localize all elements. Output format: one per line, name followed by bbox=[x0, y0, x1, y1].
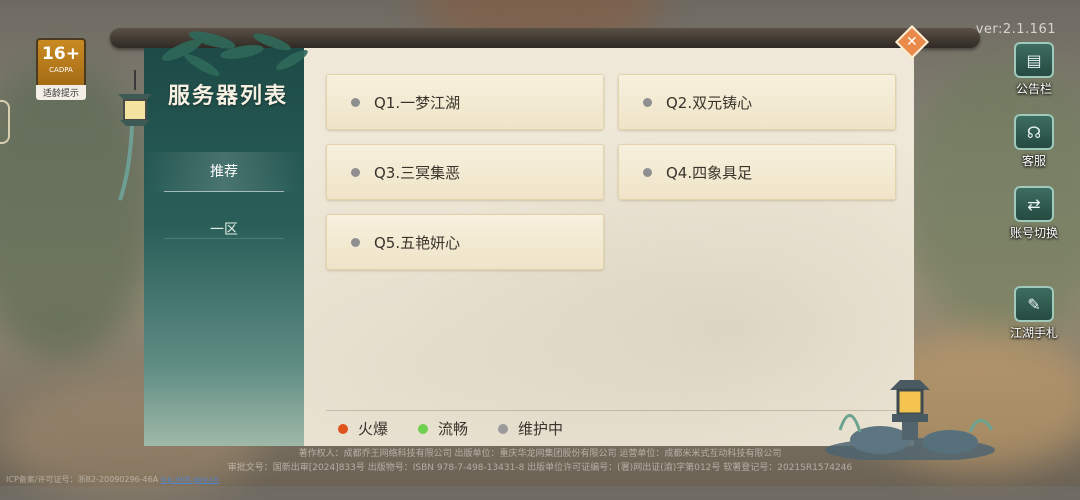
age-rating-tip: 适龄提示 bbox=[36, 85, 86, 100]
smooth-status-dot bbox=[418, 423, 429, 434]
legend-label: 火爆 bbox=[358, 420, 389, 438]
age-rating-value: 16+ bbox=[42, 44, 80, 64]
server-name: Q2.双元铸心 bbox=[666, 93, 753, 112]
server-item-q1[interactable]: Q1.一梦江湖 bbox=[326, 74, 604, 130]
switch-account-label: 账号切换 bbox=[1009, 226, 1058, 240]
version-label: ver:2.1.161 bbox=[975, 22, 1056, 37]
switch-account-button[interactable]: ⇄ 账号切换 bbox=[1004, 186, 1064, 246]
server-item-q2[interactable]: Q2.双元铸心 bbox=[618, 74, 896, 130]
legend-smooth: 流畅 bbox=[418, 418, 468, 439]
handbook-button[interactable]: ✎ 江湖手札 bbox=[1004, 286, 1064, 346]
maintenance-status-dot bbox=[643, 97, 652, 107]
maintenance-status-dot bbox=[351, 167, 360, 177]
scroll-icon: ▤ bbox=[1014, 42, 1054, 78]
server-item-q5[interactable]: Q5.五艳妍心 bbox=[326, 214, 604, 270]
hanging-lantern-icon bbox=[118, 70, 152, 201]
legend-busy: 火爆 bbox=[338, 418, 388, 439]
page-title: 服务器列表 bbox=[168, 83, 289, 109]
server-name: Q1.一梦江湖 bbox=[374, 93, 461, 112]
notice-board-label: 公告栏 bbox=[1015, 82, 1052, 96]
tab-region-1[interactable]: 一区 bbox=[144, 210, 304, 250]
maintenance-status-dot bbox=[351, 97, 360, 107]
server-name: Q5.五艳妍心 bbox=[374, 233, 461, 252]
age-rating-badge[interactable]: 16+ CADPA 适龄提示 bbox=[36, 38, 86, 100]
server-item-q3[interactable]: Q3.三冥集恶 bbox=[326, 144, 604, 200]
maintenance-status-dot bbox=[643, 167, 652, 177]
footer-copyright: 著作权人：成都乔王网络科技有限公司 出版单位：重庆华龙网集团股份有限公司 运营单… bbox=[298, 449, 782, 459]
server-name: Q4.四象具足 bbox=[666, 163, 753, 182]
age-rating-org: CADPA bbox=[49, 66, 73, 74]
notice-board-button[interactable]: ▤ 公告栏 bbox=[1004, 42, 1064, 102]
swap-icon: ⇄ bbox=[1014, 186, 1054, 222]
server-item-q4[interactable]: Q4.四象具足 bbox=[618, 144, 896, 200]
left-edge-handle[interactable] bbox=[0, 100, 10, 144]
maintenance-status-dot bbox=[498, 423, 509, 434]
icp-license-text: ICP备案/许可证号：浙B2-20090296-46A bbox=[6, 475, 159, 484]
tab-recommended[interactable]: 推荐 bbox=[144, 152, 304, 192]
status-legend: 火爆 流畅 维护中 bbox=[338, 418, 563, 439]
busy-status-dot bbox=[338, 423, 348, 434]
headset-icon: ☊ bbox=[1014, 114, 1054, 150]
legend-label: 维护中 bbox=[518, 420, 564, 438]
maintenance-status-dot bbox=[351, 237, 360, 247]
icp-license: ICP备案/许可证号：浙B2-20090296-46A icp.miit.gov… bbox=[6, 474, 219, 485]
side-menu: ▤ 公告栏 ☊ 客服 ⇄ 账号切换 ✎ 江湖手札 bbox=[1004, 42, 1064, 358]
legend-maintenance: 维护中 bbox=[498, 418, 563, 439]
close-icon: ✕ bbox=[906, 33, 918, 50]
server-name: Q3.三冥集恶 bbox=[374, 163, 461, 182]
icp-link[interactable]: icp.miit.gov.cn bbox=[161, 475, 219, 484]
footer-approval: 审批文号：国新出审[2024]833号 出版物号：ISBN 978-7-498-… bbox=[227, 463, 853, 473]
handbook-label: 江湖手札 bbox=[1009, 326, 1058, 340]
legend-label: 流畅 bbox=[438, 420, 469, 438]
book-icon: ✎ bbox=[1014, 286, 1054, 322]
customer-service-label: 客服 bbox=[1021, 154, 1046, 168]
customer-service-button[interactable]: ☊ 客服 bbox=[1004, 114, 1064, 174]
